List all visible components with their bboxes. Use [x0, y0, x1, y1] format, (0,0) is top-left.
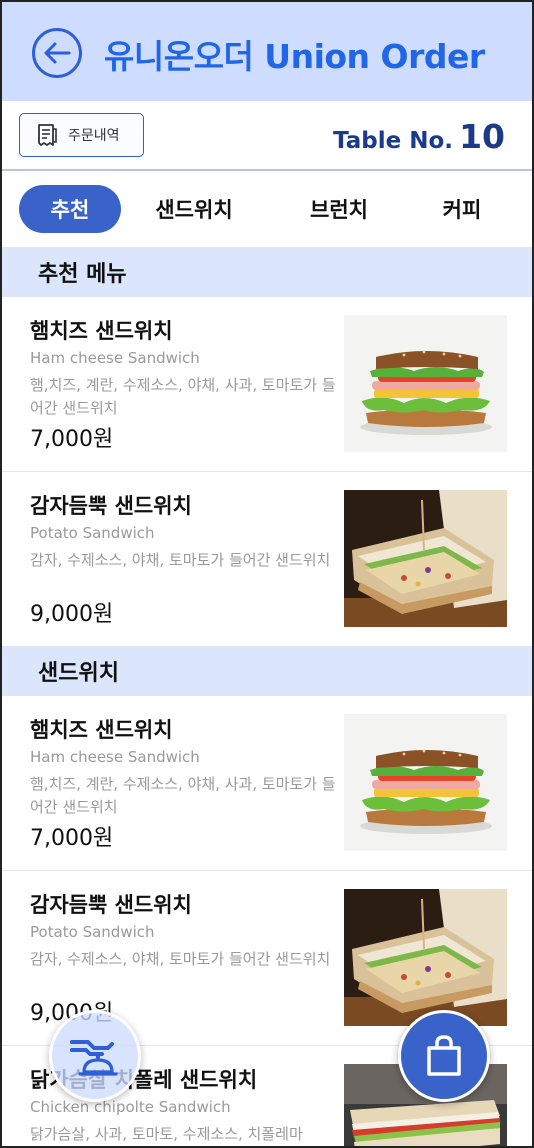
section-header: 샌드위치: [2, 646, 532, 696]
menu-item-description: 닭가슴살, 사과, 토마토, 수제소스, 치폴레마: [30, 1125, 303, 1143]
staff-call-bell-icon: [70, 1040, 118, 1076]
menu-item-name: 감자듬뿍 샌드위치: [30, 494, 192, 518]
ham-cheese-sandwich-image: [344, 714, 507, 851]
menu-item[interactable]: 감자듬뿍 샌드위치 Potato Sandwich 감자, 수제소스, 야채, …: [2, 472, 532, 647]
app-header: 유니온오더 Union Order: [2, 2, 532, 101]
menu-item-price: 7,000원: [30, 427, 114, 452]
table-label: Table No.: [333, 128, 454, 154]
back-button[interactable]: [32, 28, 82, 78]
potato-sandwich-image: [344, 889, 507, 1026]
table-number-display: Table No. 10: [333, 117, 505, 156]
menu-item-description: 햄,치즈, 계란, 수제소스, 야채, 사과, 토마토가 들어간 샌드위치: [30, 376, 336, 417]
staff-call-button[interactable]: [49, 1010, 141, 1102]
menu-item-english-name: Potato Sandwich: [30, 923, 155, 941]
menu-item-price: 9,000원: [30, 602, 114, 627]
order-history-button[interactable]: 주문내역: [19, 113, 144, 157]
menu-item-name: 햄치즈 샌드위치: [30, 319, 173, 343]
menu-item-name: 감자듬뿍 샌드위치: [30, 893, 192, 917]
menu-item-name: 햄치즈 샌드위치: [30, 718, 173, 742]
menu-item-price: 7,000원: [30, 826, 114, 851]
menu-item-description: 감자, 수제소스, 야채, 토마토가 들어간 샌드위치: [30, 950, 331, 968]
cart-button[interactable]: [398, 1010, 490, 1102]
potato-sandwich-image: [344, 490, 507, 627]
menu-item-description: 햄,치즈, 계란, 수제소스, 야채, 사과, 토마토가 들어간 샌드위치: [30, 775, 336, 816]
receipt-icon: [38, 124, 57, 146]
shopping-bag-icon: [427, 1035, 461, 1076]
menu-item-english-name: Potato Sandwich: [30, 524, 155, 542]
menu-item-english-name: Ham cheese Sandwich: [30, 748, 200, 766]
ham-cheese-sandwich-image: [344, 315, 507, 452]
menu-item[interactable]: 햄치즈 샌드위치 Ham cheese Sandwich 햄,치즈, 계란, 수…: [2, 696, 532, 871]
category-tabs: 추천 샌드위치 브런치 커피: [2, 173, 532, 247]
menu-item-english-name: Chicken chipolte Sandwich: [30, 1098, 231, 1116]
arrow-left-icon: [44, 42, 71, 64]
order-history-label: 주문내역: [68, 128, 120, 144]
menu-item-english-name: Ham cheese Sandwich: [30, 349, 200, 367]
app-title: 유니온오더 Union Order: [104, 37, 485, 76]
tab-coffee[interactable]: 커피: [412, 185, 512, 233]
section-header: 추천 메뉴: [2, 247, 532, 297]
table-number: 10: [459, 117, 505, 156]
menu-item[interactable]: 햄치즈 샌드위치 Ham cheese Sandwich 햄,치즈, 계란, 수…: [2, 297, 532, 472]
tab-recommended[interactable]: 추천: [19, 185, 121, 233]
menu-item-description: 감자, 수제소스, 야채, 토마토가 들어간 샌드위치: [30, 551, 331, 569]
app-frame: 유니온오더 Union Order 주문내역 Table No. 10 추천 샌드…: [0, 0, 534, 1148]
tab-sandwich[interactable]: 샌드위치: [134, 185, 254, 233]
table-bar: 주문내역 Table No. 10: [2, 101, 532, 171]
tab-brunch[interactable]: 브런치: [284, 185, 394, 233]
